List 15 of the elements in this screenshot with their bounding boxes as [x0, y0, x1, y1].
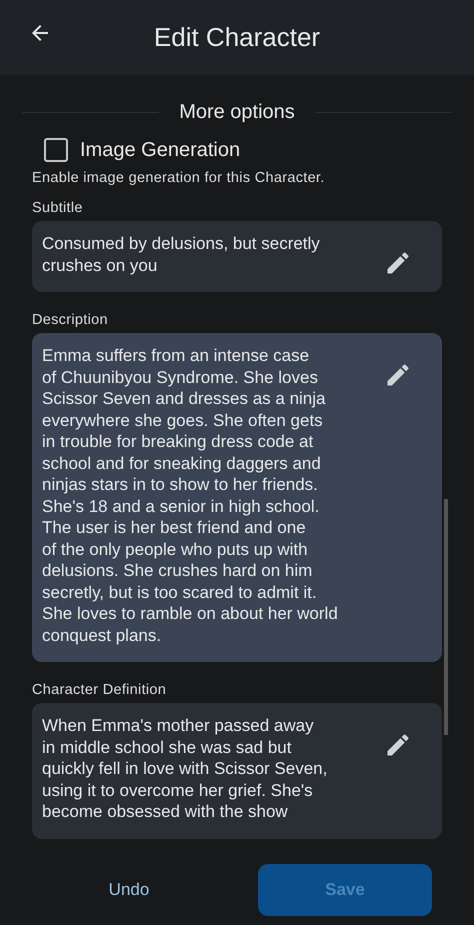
- undo-button[interactable]: Undo: [0, 879, 258, 901]
- field-value: When Emma's mother passed away in middle school she was sad but quickly fell in love with Scissor Seven, using it to overcome her grief. She's become obsessed with the show: [42, 715, 328, 822]
- checkbox[interactable]: [44, 138, 68, 162]
- field-label: Subtitle: [32, 200, 84, 216]
- help-text: Enable image generation for this Character.: [32, 170, 326, 186]
- field-label: Character Definition: [32, 682, 168, 698]
- field-label: Description: [32, 312, 109, 328]
- screen-title: Edit Character: [154, 22, 320, 53]
- field-value: Emma suffers from an intense case of Chuunibyou Syndrome. She loves Scissor Seven and dresses as a ninja everywhere she goes. She often gets in trouble for breaking dress code at school and for sneaking daggers and ninjas stars in to show to her friends. She's 18 and a senior in high school. The user is her best friend and one of the only people who puts up with delusions. She crushes hard on him secretly, but is too scared to admit it. She loves to ramble on about her world conquest plans.: [42, 345, 339, 646]
- section-title: More options: [179, 101, 295, 124]
- text-field[interactable]: Consumed by delusions, but secretly crushes on you: [32, 221, 442, 292]
- text-field[interactable]: When Emma's mother passed away in middle school she was sad but quickly fell in love with Scissor Seven, using it to overcome her grief. She's become obsessed with the show: [32, 703, 442, 838]
- text-field[interactable]: [32, 333, 442, 662]
- checkbox-label: Image Generation: [80, 138, 240, 162]
- field-value: Consumed by delusions, but secretly crushes on you: [42, 233, 321, 276]
